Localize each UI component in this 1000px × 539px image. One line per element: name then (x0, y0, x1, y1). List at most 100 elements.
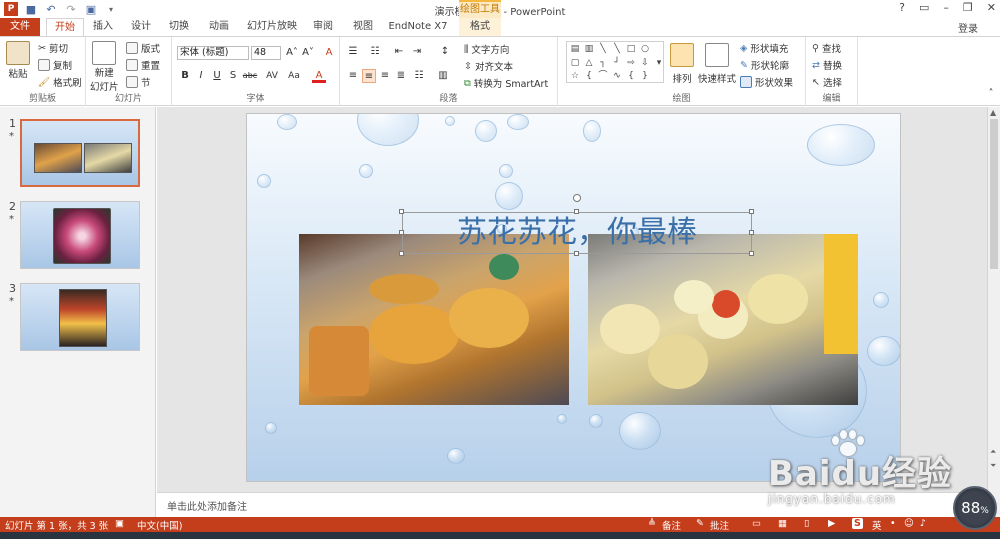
shape-effects-button[interactable]: 形状效果 (740, 75, 793, 89)
font-size-box[interactable]: 48 (251, 46, 281, 60)
arrange-button[interactable]: 排列 (670, 43, 694, 85)
font-color-button[interactable]: A (312, 69, 326, 83)
slideshow-view-icon[interactable]: ▶ (828, 518, 835, 529)
align-right-icon[interactable]: ≡ (378, 69, 392, 83)
tab-file[interactable]: 文件 (0, 18, 40, 36)
decrease-indent-icon[interactable]: ⇤ (392, 45, 406, 59)
slide-sorter-icon[interactable]: ▦ (778, 518, 787, 529)
brace-shape-icon[interactable]: { (583, 71, 595, 81)
current-slide[interactable]: 苏花苏花，你最棒 (246, 113, 901, 482)
reading-view-icon[interactable]: ▯ (804, 518, 809, 529)
triangle-shape-icon[interactable]: △ (583, 58, 595, 68)
font-name-box[interactable]: 宋体 (标题) (177, 46, 249, 60)
fried-food-photo[interactable] (299, 234, 569, 405)
copy-button[interactable]: 复制 (38, 58, 72, 72)
next-slide-icon[interactable]: ⏷ (990, 461, 996, 471)
line2-shape-icon[interactable]: ╲ (611, 44, 623, 54)
format-painter-button[interactable]: 🖌 格式刷 (38, 75, 82, 90)
sogou-ime-icon[interactable]: S (852, 518, 863, 529)
resize-handle-n[interactable] (574, 209, 579, 214)
strikethrough-button[interactable]: abc (240, 69, 260, 83)
microphone-icon[interactable]: ♪ (920, 518, 926, 529)
textbox-shape-icon[interactable]: ▤ (569, 44, 581, 54)
tab-view[interactable]: 视图 (346, 18, 380, 36)
distributed-icon[interactable]: ☷ (412, 69, 426, 83)
tab-format[interactable]: 格式 (459, 18, 501, 36)
ime-mode[interactable]: 英 (872, 518, 882, 532)
char-spacing-button[interactable]: AV (262, 69, 282, 83)
convert-smartart-button[interactable]: ⧉ 转换为 SmartArt (464, 76, 548, 91)
curve-shape-icon[interactable]: ⌒ (597, 71, 609, 81)
slide-thumbnail-3[interactable] (20, 283, 140, 351)
slide-thumbnail-1[interactable] (20, 119, 140, 187)
emoji-icon[interactable]: ☺ (904, 518, 914, 529)
previous-slide-icon[interactable]: ⏶ (990, 447, 996, 457)
italic-button[interactable]: I (194, 69, 208, 83)
align-center-icon[interactable]: ≡ (362, 69, 376, 83)
rectangle-shape-icon[interactable]: □ (625, 44, 637, 54)
normal-view-icon[interactable]: ▭ (752, 518, 761, 529)
scroll-up-icon[interactable]: ▲ (990, 108, 996, 117)
collapse-ribbon-icon[interactable]: ˄ (984, 87, 998, 101)
shape-fill-button[interactable]: ◈ 形状填充 (740, 41, 788, 56)
scrollbar-thumb[interactable] (990, 119, 998, 269)
line-spacing-icon[interactable]: ↕ (438, 45, 452, 59)
rounded-rect-shape-icon[interactable]: ▢ (569, 58, 581, 68)
minimize-button[interactable]: – (943, 1, 949, 14)
elbow-shape-icon[interactable]: ┘ (611, 58, 623, 68)
arrow-down-shape-icon[interactable]: ⇩ (639, 58, 651, 68)
shapes-gallery[interactable]: ▤ ▥ ╲ ╲ □ ○ ▢ △ ┐ ┘ ⇨ ⇩ ☆ { ⌒ ∿ { } ▾ (566, 41, 664, 83)
star-shape-icon[interactable]: ☆ (569, 71, 581, 81)
fried-balls-photo[interactable] (588, 234, 858, 405)
clear-format-button[interactable]: A (322, 46, 336, 60)
tab-home[interactable]: 开始 (46, 18, 84, 36)
textbox-vertical-shape-icon[interactable]: ▥ (583, 44, 595, 54)
spellcheck-icon[interactable]: ▣ (115, 518, 124, 529)
grow-font-button[interactable]: A˄ (285, 46, 299, 60)
oval-shape-icon[interactable]: ○ (639, 44, 651, 54)
restore-button[interactable]: ❐ (963, 1, 973, 14)
increase-indent-icon[interactable]: ⇥ (410, 45, 424, 59)
tab-animations[interactable]: 动画 (200, 18, 238, 36)
rotate-handle[interactable] (573, 194, 581, 202)
tab-transitions[interactable]: 切换 (162, 18, 196, 36)
paste-button[interactable]: 粘贴 (6, 41, 30, 80)
text-direction-button[interactable]: ⫼ 文字方向 (464, 42, 509, 57)
underline-button[interactable]: U (210, 69, 224, 83)
left-brace-shape-icon[interactable]: { (625, 71, 637, 81)
bold-button[interactable]: B (178, 69, 192, 83)
change-case-button[interactable]: Aa (284, 69, 304, 83)
comments-icon[interactable]: ✎ (696, 518, 704, 529)
numbering-icon[interactable]: ☷ (368, 45, 382, 59)
shape-outline-button[interactable]: ✎ 形状轮廓 (740, 58, 789, 73)
shadow-button[interactable]: S (226, 69, 240, 83)
align-left-icon[interactable]: ≡ (346, 69, 360, 83)
layout-button[interactable]: 版式 (126, 41, 160, 55)
justify-icon[interactable]: ≣ (394, 69, 408, 83)
notes-toggle-icon[interactable]: ≜ (648, 518, 656, 529)
punctuation-icon[interactable]: • (890, 518, 896, 529)
tab-endnote[interactable]: EndNote X7 (386, 18, 450, 36)
ribbon-display-button[interactable]: ▭ (919, 1, 929, 14)
comments-button[interactable]: 批注 (710, 518, 729, 532)
reset-button[interactable]: 重置 (126, 58, 160, 72)
slide-thumbnail-2[interactable] (20, 201, 140, 269)
notes-placeholder[interactable]: 单击此处添加备注 (167, 498, 247, 513)
section-button[interactable]: 节 (126, 75, 151, 89)
tab-design[interactable]: 设计 (124, 18, 158, 36)
zoom-indicator[interactable]: 88% (953, 486, 997, 530)
resize-handle-e[interactable] (749, 230, 754, 235)
language-indicator[interactable]: 中文(中国) (137, 518, 182, 532)
replace-button[interactable]: ⇄ 替换 (812, 58, 842, 73)
columns-icon[interactable]: ▥ (436, 69, 450, 83)
align-text-button[interactable]: ⇳ 对齐文本 (464, 59, 513, 74)
tab-review[interactable]: 审阅 (306, 18, 340, 36)
resize-handle-s[interactable] (574, 251, 579, 256)
shrink-font-button[interactable]: A˅ (301, 46, 315, 60)
right-brace-shape-icon[interactable]: } (639, 71, 651, 81)
resize-handle-se[interactable] (749, 251, 754, 256)
new-slide-button[interactable]: 新建 幻灯片 (90, 41, 119, 93)
quick-styles-button[interactable]: 快速样式 (698, 43, 736, 85)
resize-handle-ne[interactable] (749, 209, 754, 214)
tab-insert[interactable]: 插入 (86, 18, 120, 36)
